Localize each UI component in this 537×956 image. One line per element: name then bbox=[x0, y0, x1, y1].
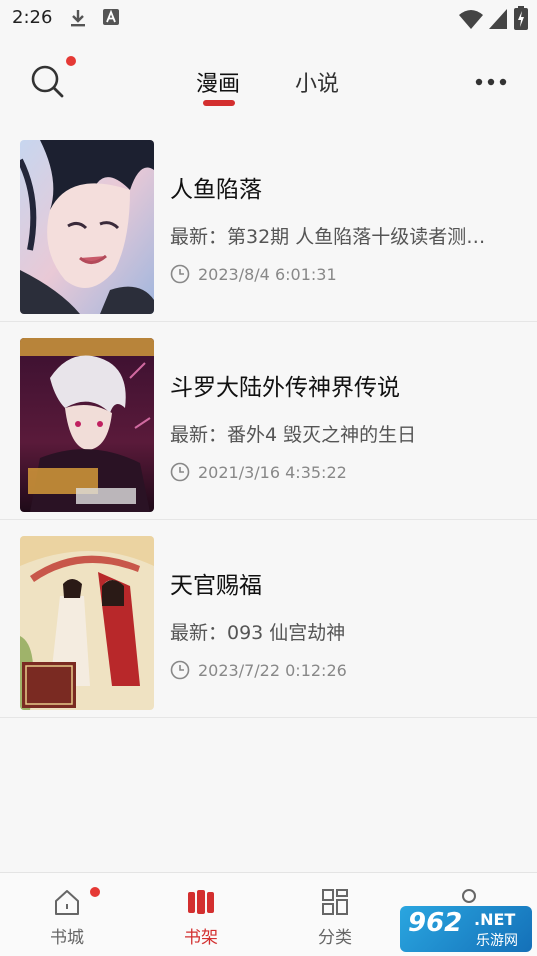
nav-label: 分类 bbox=[318, 928, 352, 948]
cover-illustration-white-hair bbox=[20, 338, 154, 512]
category-grid-icon bbox=[322, 889, 348, 915]
book-item[interactable]: 人鱼陷落 最新：第32期 人鱼陷落十级读者测… 2023/8/4 6:01:31 bbox=[0, 124, 537, 322]
book-title: 天官赐福 bbox=[170, 573, 262, 599]
home-icon bbox=[55, 890, 79, 915]
book-time-text: 2023/8/4 6:01:31 bbox=[198, 264, 337, 284]
more-button[interactable] bbox=[472, 74, 512, 88]
more-icon bbox=[475, 78, 507, 86]
nav-badge-dot bbox=[90, 887, 100, 897]
tab-manhua[interactable]: 漫画 bbox=[196, 66, 240, 98]
download-icon bbox=[71, 10, 85, 27]
book-item[interactable]: 斗罗大陆外传神界传说 最新：番外4 毁灭之神的生日 2021/3/16 4:35… bbox=[0, 322, 537, 520]
signal-icon bbox=[489, 9, 507, 29]
watermark-brand: 962 bbox=[408, 908, 463, 938]
keyboard-a-icon bbox=[103, 9, 119, 25]
book-title: 人鱼陷落 bbox=[170, 177, 262, 203]
book-time-text: 2021/3/16 4:35:22 bbox=[198, 462, 347, 482]
search-badge-dot bbox=[66, 56, 76, 66]
watermark-suffix: .NET bbox=[474, 910, 516, 929]
bookshelf-icon bbox=[188, 890, 214, 914]
nav-label: 书架 bbox=[184, 928, 218, 948]
clock-icon bbox=[170, 462, 190, 482]
nav-label: 书城 bbox=[50, 928, 84, 948]
book-time-text: 2023/7/22 0:12:26 bbox=[198, 660, 347, 680]
cover-illustration-ocean-boy bbox=[20, 140, 154, 314]
book-latest-chapter: 最新：第32期 人鱼陷落十级读者测… bbox=[170, 226, 486, 248]
book-update-time: 2023/7/22 0:12:26 bbox=[170, 660, 347, 680]
active-tab-indicator bbox=[203, 100, 235, 106]
wifi-icon bbox=[459, 10, 483, 29]
book-item[interactable]: 天官赐福 最新：093 仙宫劫神 2023/7/22 0:12:26 bbox=[0, 520, 537, 718]
battery-charging-icon bbox=[514, 6, 528, 30]
book-cover[interactable] bbox=[20, 536, 154, 710]
top-bar: 漫画 小说 bbox=[0, 36, 537, 120]
book-title: 斗罗大陆外传神界传说 bbox=[170, 375, 400, 401]
book-latest-chapter: 最新：番外4 毁灭之神的生日 bbox=[170, 424, 417, 446]
tab-xiaoshuo[interactable]: 小说 bbox=[295, 66, 339, 98]
search-icon bbox=[31, 65, 64, 98]
book-cover[interactable] bbox=[20, 140, 154, 314]
site-watermark: 962 .NET 乐游网 bbox=[400, 906, 532, 952]
status-time: 2:26 bbox=[12, 7, 53, 28]
book-update-time: 2021/3/16 4:35:22 bbox=[170, 462, 347, 482]
search-button[interactable] bbox=[28, 62, 68, 102]
status-bar: 2:26 bbox=[0, 0, 537, 36]
book-update-time: 2023/8/4 6:01:31 bbox=[170, 264, 337, 284]
clock-icon bbox=[170, 264, 190, 284]
watermark-sub: 乐游网 bbox=[476, 933, 518, 949]
nav-item-bookshelf[interactable]: 书架 bbox=[134, 873, 268, 956]
nav-item-category[interactable]: 分类 bbox=[268, 873, 402, 956]
book-cover[interactable] bbox=[20, 338, 154, 512]
nav-item-bookstore[interactable]: 书城 bbox=[0, 873, 134, 956]
clock-icon bbox=[170, 660, 190, 680]
book-latest-chapter: 最新：093 仙宫劫神 bbox=[170, 622, 346, 644]
cover-illustration-umbrella-couple bbox=[20, 536, 154, 710]
